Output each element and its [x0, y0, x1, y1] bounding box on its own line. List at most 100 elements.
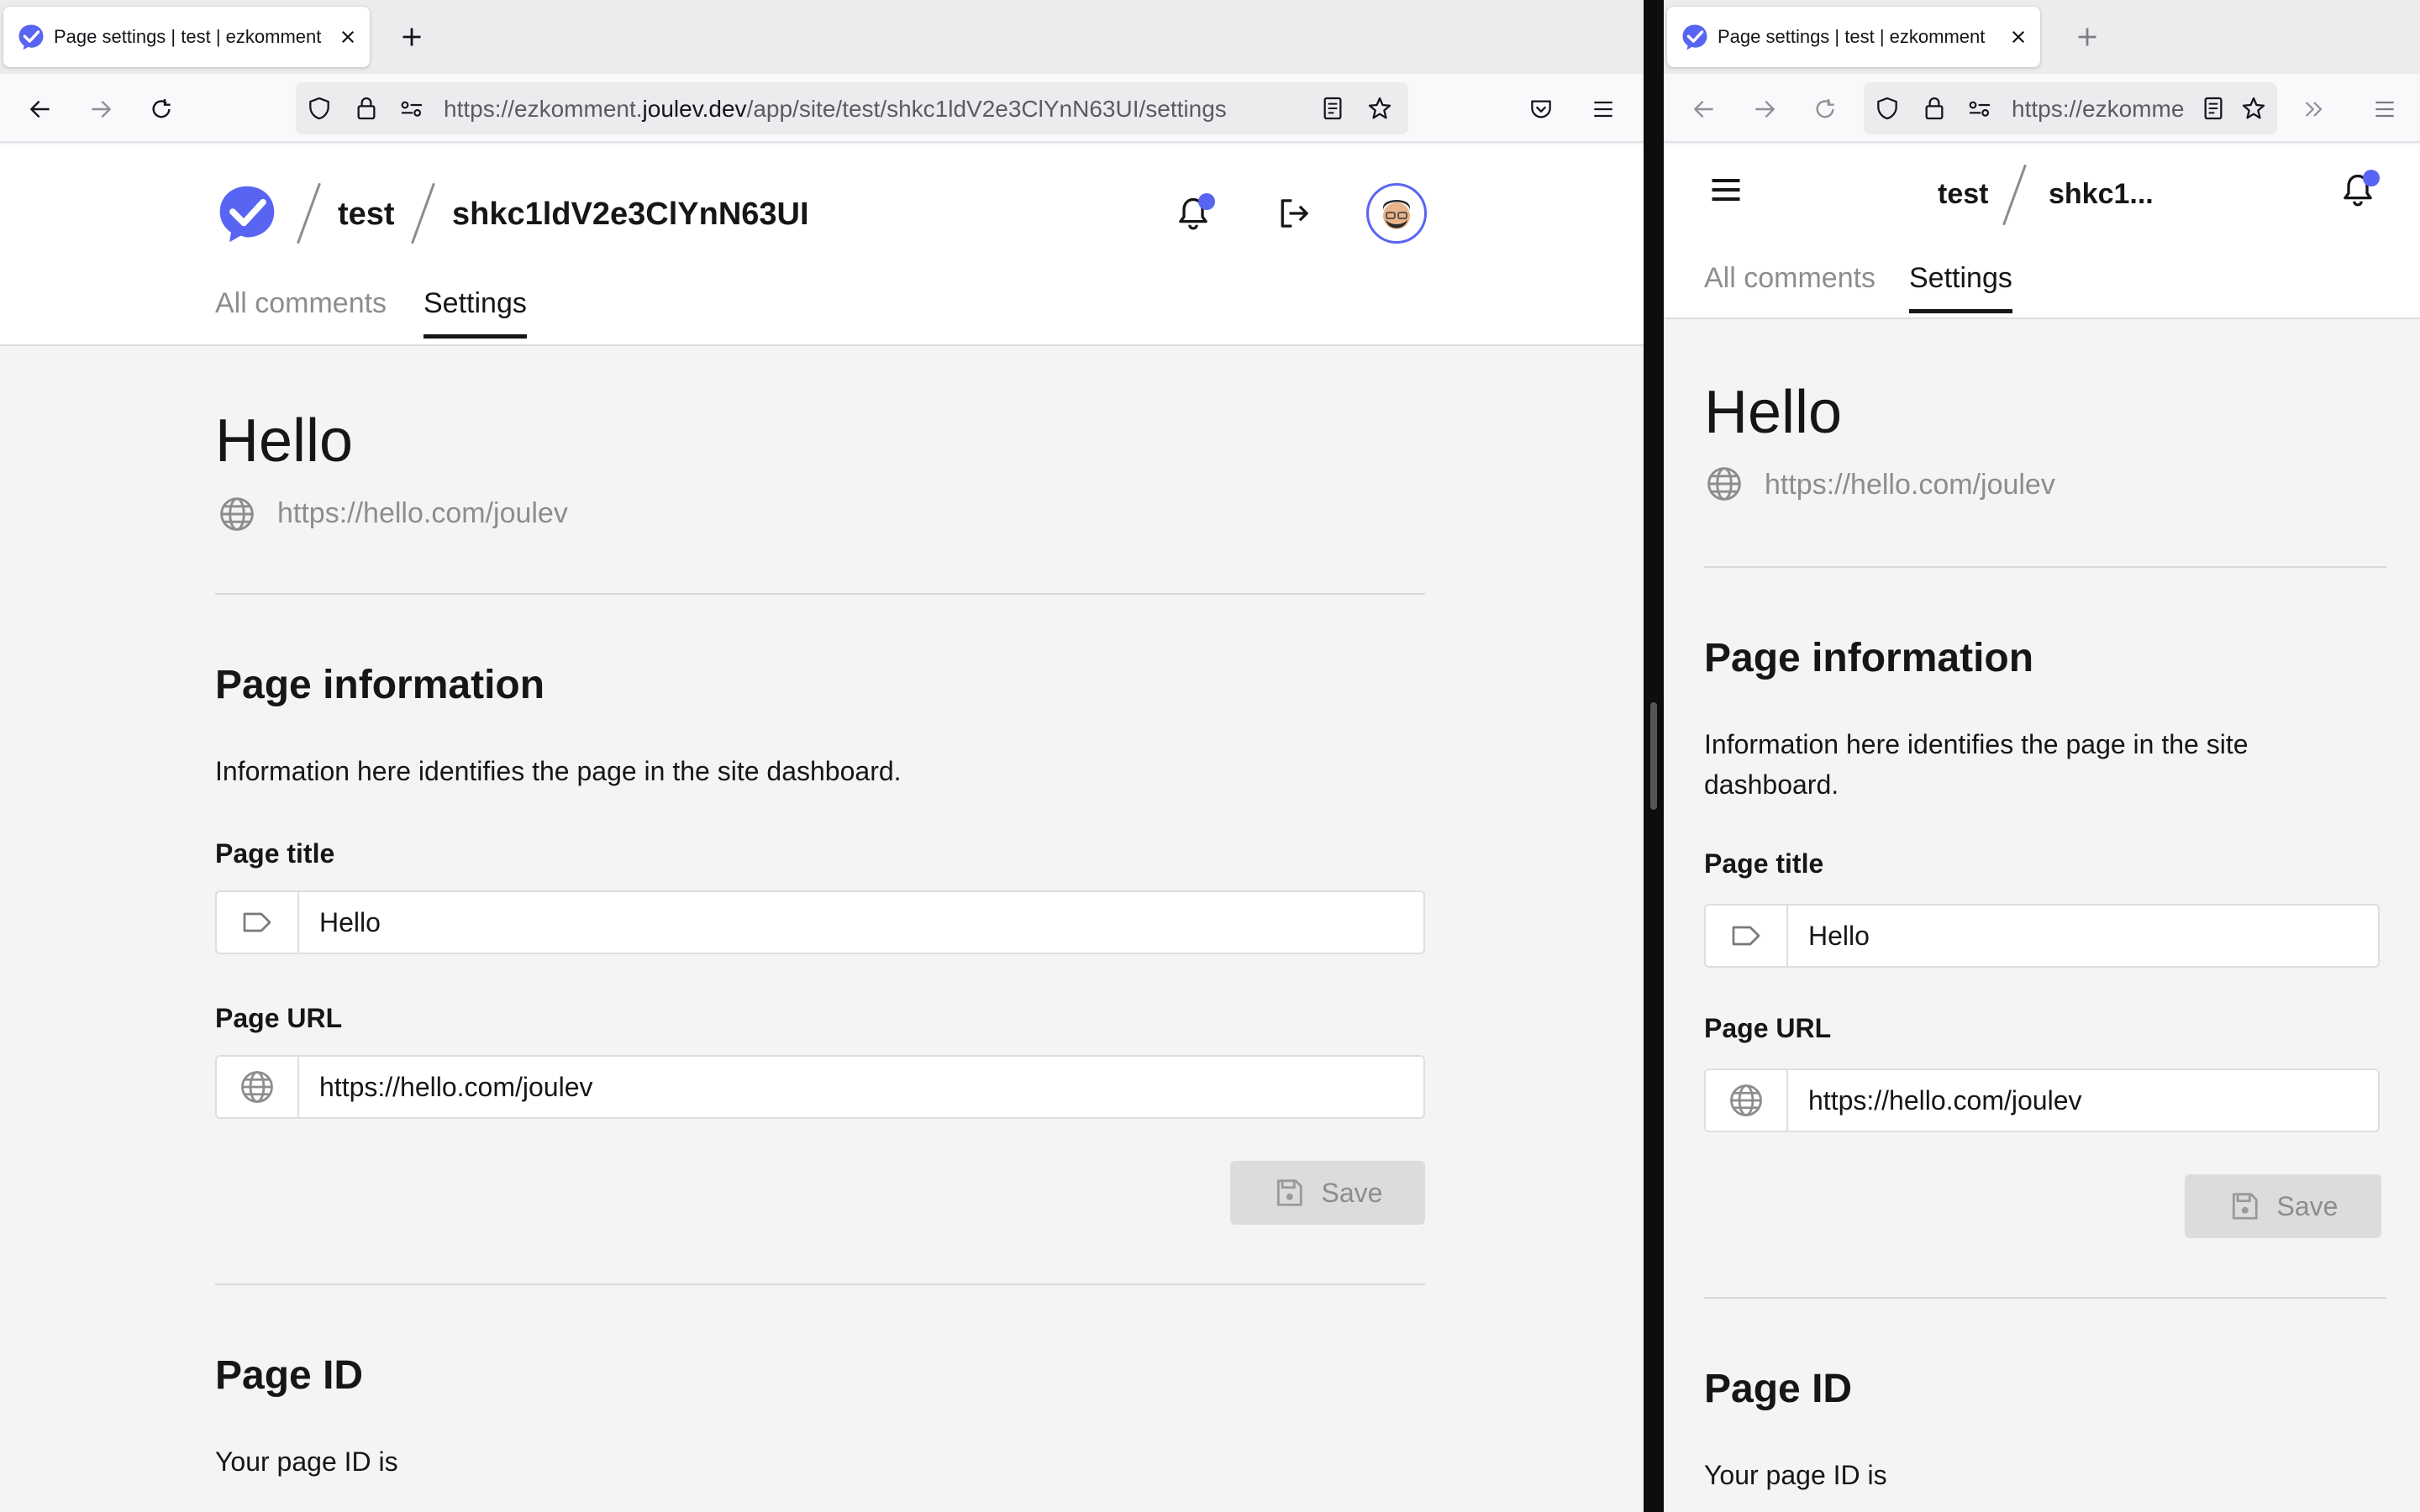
new-tab-icon[interactable]	[395, 20, 429, 54]
breadcrumb-site[interactable]: test	[338, 197, 395, 233]
notification-dot	[2363, 170, 2380, 186]
permissions-icon[interactable]	[1965, 93, 1995, 123]
divider	[215, 1284, 1425, 1285]
page-url-input[interactable]: https://hello.com/joulev	[1788, 1070, 2378, 1131]
close-tab-icon[interactable]	[338, 27, 358, 47]
breadcrumb-separator	[411, 182, 435, 244]
lock-icon[interactable]	[351, 93, 381, 123]
page-title-input[interactable]: Hello	[1788, 906, 2378, 966]
window-divider[interactable]	[1644, 0, 1664, 1512]
forward-icon[interactable]	[1746, 91, 1783, 128]
breadcrumb-separator	[297, 182, 321, 244]
tab-strip: Page settings | test | ezkomment	[0, 0, 1644, 74]
page-url-field[interactable]: https://hello.com/joulev	[1704, 1068, 2380, 1132]
page-url-label: Page URL	[1704, 1013, 1832, 1043]
divider	[215, 593, 1425, 595]
ezkomment-favicon-icon	[1681, 23, 1709, 51]
page-content: test shkc1... All comments Settings Hell…	[1664, 144, 2420, 1512]
page-title-field[interactable]: Hello	[1704, 904, 2380, 968]
section-heading-page-information: Page information	[215, 663, 545, 707]
globe-icon	[1706, 465, 1743, 502]
browser-window-narrow: Page settings | test | ezkomment https:/…	[1664, 0, 2420, 1512]
page-id-text: Your page ID is	[1704, 1460, 1887, 1490]
page-title-label: Page title	[215, 838, 335, 869]
app-header: test shkc1... All comments Settings	[1664, 144, 2420, 319]
avatar[interactable]	[1366, 183, 1427, 244]
page-url-link[interactable]: https://hello.com/joulev	[1765, 469, 2055, 501]
tab-settings[interactable]: Settings	[424, 287, 527, 339]
reader-view-icon[interactable]	[1318, 93, 1348, 123]
app-menu-icon[interactable]	[1585, 91, 1622, 128]
divider	[1704, 566, 2386, 568]
tag-icon	[1706, 906, 1788, 966]
new-tab-icon[interactable]	[2070, 20, 2104, 54]
bookmark-star-icon[interactable]	[1365, 93, 1395, 123]
page-url-label: Page URL	[215, 1003, 343, 1033]
bookmark-star-icon[interactable]	[2238, 93, 2269, 123]
globe-icon	[218, 496, 255, 533]
section-description: Information here identifies the page in …	[1704, 729, 2249, 800]
browser-tab-title: Page settings | test | ezkomment	[54, 26, 322, 47]
save-button[interactable]: Save	[1230, 1161, 1425, 1225]
breadcrumb-site[interactable]: test	[1938, 178, 1988, 211]
reader-view-icon[interactable]	[2198, 93, 2228, 123]
address-text[interactable]: https://ezkomment.joulev.dev/app/site/te…	[444, 96, 1284, 123]
ezkomment-logo-icon[interactable]	[215, 181, 279, 245]
tab-all-comments[interactable]: All comments	[1704, 262, 1876, 295]
app-menu-icon[interactable]	[2366, 91, 2403, 128]
reload-icon[interactable]	[1807, 91, 1844, 128]
globe-icon	[1706, 1070, 1788, 1131]
breadcrumb-page[interactable]: shkc1ldV2e3ClYnN63UI	[452, 197, 809, 233]
page-id-text: Your page ID is	[215, 1446, 398, 1477]
permissions-icon[interactable]	[397, 93, 427, 123]
browser-tab[interactable]: Page settings | test | ezkomment	[1667, 7, 2040, 67]
logout-button[interactable]	[1276, 195, 1313, 232]
notifications-button[interactable]	[2339, 170, 2380, 208]
pocket-icon[interactable]	[1523, 91, 1560, 128]
browser-tab-title: Page settings | test | ezkomment	[1718, 26, 1986, 47]
divider	[1704, 1297, 2386, 1299]
notifications-button[interactable]	[1175, 193, 1215, 232]
save-button[interactable]: Save	[2185, 1174, 2381, 1238]
logout-icon	[1276, 195, 1313, 232]
page-content: test shkc1ldV2e3ClYnN63UI All comments S…	[0, 144, 1644, 1512]
page-title-input[interactable]: Hello	[299, 892, 1423, 953]
lock-icon[interactable]	[1919, 93, 1949, 123]
window-resize-handle[interactable]	[1650, 702, 1657, 810]
app-header: test shkc1ldV2e3ClYnN63UI All comments S…	[0, 144, 1644, 346]
page-title-label: Page title	[1704, 848, 1824, 879]
browser-toolbar: https://ezkomme	[1664, 74, 2420, 143]
page-url-input[interactable]: https://hello.com/joulev	[299, 1057, 1423, 1117]
close-tab-icon[interactable]	[2008, 27, 2028, 47]
browser-window-wide: Page settings | test | ezkomment https:/…	[0, 0, 1644, 1512]
page-title-field[interactable]: Hello	[215, 890, 1425, 954]
page-url-link[interactable]: https://hello.com/joulev	[277, 497, 568, 530]
ezkomment-favicon-icon	[17, 23, 45, 51]
section-description: Information here identifies the page in …	[215, 756, 902, 786]
globe-icon	[217, 1057, 299, 1117]
tab-strip: Page settings | test | ezkomment	[1664, 0, 2420, 74]
breadcrumb-page[interactable]: shkc1...	[2049, 178, 2154, 211]
page-title: Hello	[1704, 379, 1843, 446]
reload-icon[interactable]	[143, 91, 180, 128]
section-heading-page-id: Page ID	[215, 1353, 364, 1398]
tracking-protection-icon[interactable]	[304, 93, 334, 123]
section-heading-page-id: Page ID	[1704, 1367, 1853, 1411]
browser-tab[interactable]: Page settings | test | ezkomment	[3, 7, 370, 67]
overflow-icon[interactable]	[2296, 91, 2333, 128]
address-text[interactable]: https://ezkomme	[2012, 96, 2198, 123]
breadcrumb-separator	[2002, 164, 2027, 226]
address-bar[interactable]: https://ezkomme	[1864, 82, 2277, 134]
back-icon[interactable]	[22, 91, 59, 128]
tab-settings[interactable]: Settings	[1909, 262, 2012, 313]
back-icon[interactable]	[1686, 91, 1723, 128]
hamburger-menu-icon[interactable]	[1707, 171, 1744, 208]
forward-icon[interactable]	[82, 91, 119, 128]
page-url-field[interactable]: https://hello.com/joulev	[215, 1055, 1425, 1119]
address-bar[interactable]: https://ezkomment.joulev.dev/app/site/te…	[296, 82, 1408, 134]
save-button-label: Save	[1321, 1177, 1383, 1208]
tab-all-comments[interactable]: All comments	[215, 287, 387, 320]
save-icon	[2228, 1190, 2260, 1222]
avatar-face-icon	[1383, 200, 1410, 229]
tracking-protection-icon[interactable]	[1872, 93, 1902, 123]
